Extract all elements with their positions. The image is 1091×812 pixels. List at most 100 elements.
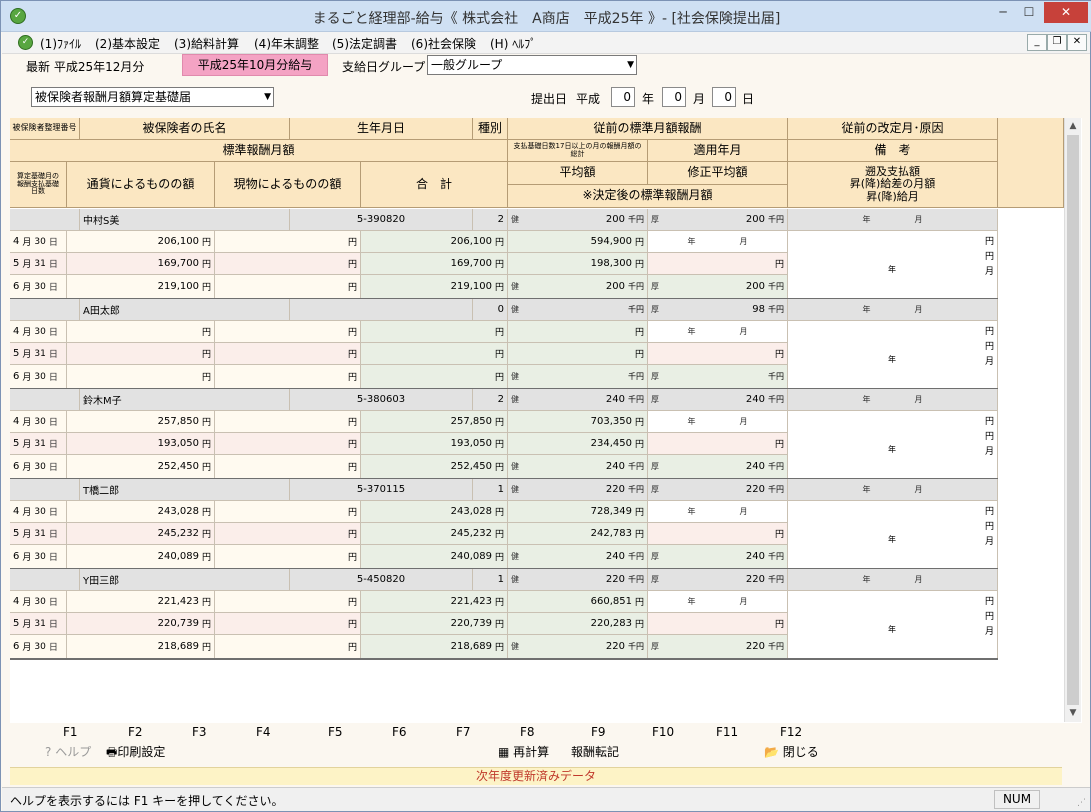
employee-name[interactable]: T橋二郎 <box>80 479 290 501</box>
insured-no-cell[interactable] <box>10 479 80 501</box>
remarks-cell[interactable]: 円円年 月 <box>788 591 998 659</box>
transfer-button[interactable]: 報酬転記 <box>571 743 619 760</box>
menu-basic-settings[interactable]: (2)基本設定 <box>95 35 160 52</box>
in-kind-amount[interactable]: 円 <box>215 433 361 455</box>
mdi-restore-button[interactable]: ❐ <box>1047 34 1067 51</box>
in-kind-amount[interactable]: 円 <box>215 411 361 433</box>
currency-amount[interactable]: 193,050 円 <box>67 433 215 455</box>
in-kind-amount[interactable]: 円 <box>215 275 361 299</box>
currency-amount[interactable]: 円 <box>67 365 215 389</box>
apply-month-cell[interactable]: 年月 <box>648 501 788 523</box>
prev-revision[interactable]: 年月 <box>788 299 998 321</box>
prev-std-health[interactable]: 健 千円 <box>508 299 648 321</box>
currency-amount[interactable]: 243,028 円 <box>67 501 215 523</box>
scroll-down-icon[interactable]: ▼ <box>1065 705 1081 721</box>
employee-name[interactable]: 中村S美 <box>80 209 290 231</box>
employee-name[interactable]: 鈴木M子 <box>80 389 290 411</box>
employee-name[interactable]: Y田三郎 <box>80 569 290 591</box>
help-button[interactable]: ? ヘルプ <box>45 743 91 760</box>
prev-revision[interactable]: 年月 <box>788 569 998 591</box>
currency-amount[interactable]: 240,089 円 <box>67 545 215 569</box>
employee-kind[interactable]: 1 <box>473 479 508 501</box>
prev-std-pension[interactable]: 厚 98 千円 <box>648 299 788 321</box>
employee-birth[interactable]: 5-380603 <box>290 389 473 411</box>
employee-name[interactable]: A田太郎 <box>80 299 290 321</box>
in-kind-amount[interactable]: 円 <box>215 321 361 343</box>
in-kind-amount[interactable]: 円 <box>215 591 361 613</box>
prev-std-health[interactable]: 健 220 千円 <box>508 479 648 501</box>
prev-std-pension[interactable]: 厚 200 千円 <box>648 209 788 231</box>
prev-std-pension[interactable]: 厚 220 千円 <box>648 569 788 591</box>
in-kind-amount[interactable]: 円 <box>215 545 361 569</box>
adj-average-amount[interactable]: 円 <box>648 343 788 365</box>
scroll-thumb[interactable] <box>1067 135 1079 705</box>
menu-payroll[interactable]: (3)給料計算 <box>174 35 239 52</box>
currency-amount[interactable]: 206,100 円 <box>67 231 215 253</box>
adj-average-amount[interactable]: 円 <box>648 433 788 455</box>
submit-day-input[interactable]: 0 <box>712 87 736 107</box>
in-kind-amount[interactable]: 円 <box>215 253 361 275</box>
menu-file[interactable]: (1)ﾌｧｲﾙ <box>40 35 81 52</box>
prev-revision[interactable]: 年月 <box>788 209 998 231</box>
menu-year-end[interactable]: (4)年末調整 <box>254 35 319 52</box>
close-button[interactable]: 📂 閉じる <box>764 743 819 760</box>
insured-grid[interactable]: 被保険者整理番号 被保険者の氏名 生年月日 種別 従前の標準月額報酬 従前の改定… <box>10 118 1082 723</box>
remarks-cell[interactable]: 円円年 月 <box>788 501 998 569</box>
currency-amount[interactable]: 218,689 円 <box>67 635 215 659</box>
menu-social-insurance[interactable]: (6)社会保険 <box>411 35 476 52</box>
employee-kind[interactable]: 2 <box>473 209 508 231</box>
in-kind-amount[interactable]: 円 <box>215 365 361 389</box>
currency-amount[interactable]: 円 <box>67 321 215 343</box>
insured-no-cell[interactable] <box>10 299 80 321</box>
currency-amount[interactable]: 219,100 円 <box>67 275 215 299</box>
remarks-cell[interactable]: 円円年 月 <box>788 411 998 479</box>
apply-month-cell[interactable]: 年月 <box>648 591 788 613</box>
apply-month-cell[interactable]: 年月 <box>648 321 788 343</box>
prev-std-pension[interactable]: 厚 240 千円 <box>648 389 788 411</box>
remarks-cell[interactable]: 円円年 月 <box>788 321 998 389</box>
menu-help[interactable]: (H) ﾍﾙﾌﾟ <box>490 35 536 52</box>
employee-kind[interactable]: 0 <box>473 299 508 321</box>
maximize-button[interactable]: ☐ <box>1017 2 1041 23</box>
in-kind-amount[interactable]: 円 <box>215 231 361 253</box>
minimize-button[interactable]: ─ <box>991 2 1015 23</box>
mdi-close-button[interactable]: ✕ <box>1067 34 1087 51</box>
prev-std-health[interactable]: 健 200 千円 <box>508 209 648 231</box>
in-kind-amount[interactable]: 円 <box>215 343 361 365</box>
resize-grip-icon[interactable]: ⋰ <box>1077 798 1086 808</box>
prev-std-health[interactable]: 健 220 千円 <box>508 569 648 591</box>
vertical-scrollbar[interactable]: ▲ ▼ <box>1064 118 1081 722</box>
doc-icon[interactable]: ✓ <box>18 35 33 50</box>
currency-amount[interactable]: 220,739 円 <box>67 613 215 635</box>
in-kind-amount[interactable]: 円 <box>215 635 361 659</box>
apply-month-cell[interactable]: 年月 <box>648 411 788 433</box>
employee-birth[interactable]: 5-390820 <box>290 209 473 231</box>
insured-no-cell[interactable] <box>10 209 80 231</box>
employee-kind[interactable]: 2 <box>473 389 508 411</box>
currency-amount[interactable]: 169,700 円 <box>67 253 215 275</box>
print-settings-button[interactable]: 🖶印刷設定 <box>106 743 165 764</box>
prev-revision[interactable]: 年月 <box>788 479 998 501</box>
prev-std-health[interactable]: 健 240 千円 <box>508 389 648 411</box>
recalc-button[interactable]: ▦ 再計算 <box>498 743 549 760</box>
currency-amount[interactable]: 252,450 円 <box>67 455 215 479</box>
insured-no-cell[interactable] <box>10 389 80 411</box>
in-kind-amount[interactable]: 円 <box>215 455 361 479</box>
remarks-cell[interactable]: 円円年 月 <box>788 231 998 299</box>
menu-legal-reports[interactable]: (5)法定調書 <box>332 35 397 52</box>
prev-std-pension[interactable]: 厚 220 千円 <box>648 479 788 501</box>
in-kind-amount[interactable]: 円 <box>215 613 361 635</box>
employee-kind[interactable]: 1 <box>473 569 508 591</box>
currency-amount[interactable]: 245,232 円 <box>67 523 215 545</box>
currency-amount[interactable]: 221,423 円 <box>67 591 215 613</box>
in-kind-amount[interactable]: 円 <box>215 501 361 523</box>
employee-birth[interactable]: 5-450820 <box>290 569 473 591</box>
employee-birth[interactable] <box>290 299 473 321</box>
adj-average-amount[interactable]: 円 <box>648 523 788 545</box>
in-kind-amount[interactable]: 円 <box>215 523 361 545</box>
mdi-minimize-button[interactable]: _ <box>1027 34 1047 51</box>
scroll-up-icon[interactable]: ▲ <box>1065 118 1081 134</box>
currency-amount[interactable]: 257,850 円 <box>67 411 215 433</box>
insured-no-cell[interactable] <box>10 569 80 591</box>
apply-month-cell[interactable]: 年月 <box>648 231 788 253</box>
